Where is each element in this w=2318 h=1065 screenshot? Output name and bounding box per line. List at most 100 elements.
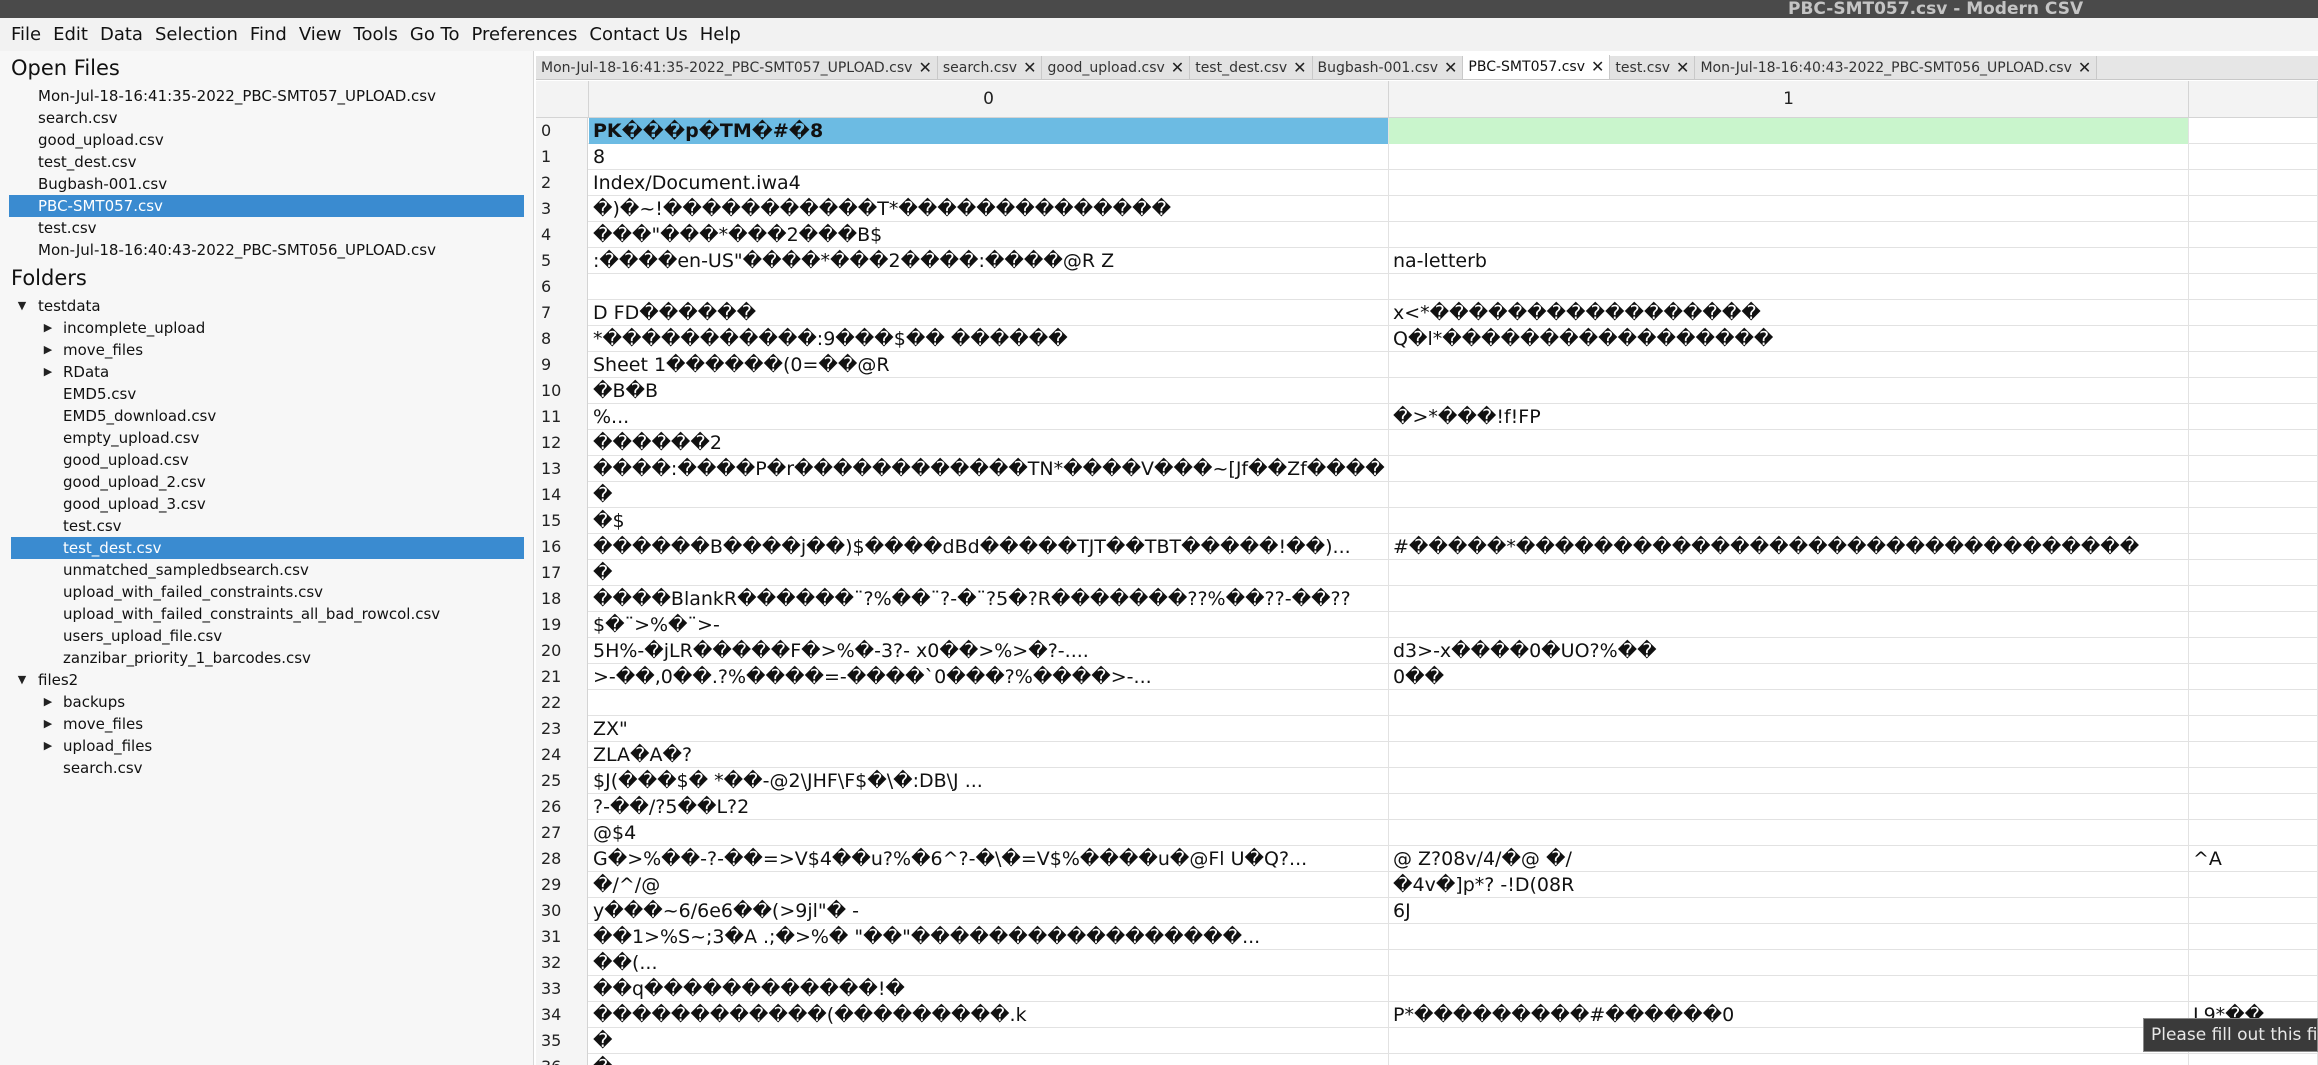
grid-cell[interactable]: $�¨>%�¨>-	[589, 612, 1389, 638]
menu-file[interactable]: File	[10, 24, 50, 45]
grid-cell[interactable]	[1389, 768, 2189, 794]
tree-item[interactable]: EMD5.csv	[0, 383, 533, 405]
column-header-0[interactable]: 0	[589, 81, 1389, 118]
grid-cell[interactable]	[2189, 196, 2318, 222]
grid-cell[interactable]	[2189, 950, 2318, 976]
grid-cell[interactable]: :����en-US"����*���2����:����@R Z	[589, 248, 1389, 274]
grid-cell[interactable]	[2189, 508, 2318, 534]
grid-cell[interactable]	[1389, 820, 2189, 846]
grid-cell[interactable]	[2189, 638, 2318, 664]
row-number[interactable]: 13	[536, 456, 588, 482]
grid-cell[interactable]: ���"���*���2���B$	[589, 222, 1389, 248]
grid-cell[interactable]	[2189, 118, 2318, 144]
grid-cell[interactable]: 8	[589, 144, 1389, 170]
grid-cell[interactable]	[1389, 352, 2189, 378]
row-number[interactable]: 34	[536, 1002, 588, 1028]
tree-item[interactable]: search.csv	[0, 757, 533, 779]
expand-right-icon[interactable]: ▶	[41, 713, 55, 735]
row-number[interactable]: 6	[536, 274, 588, 300]
row-number[interactable]: 15	[536, 508, 588, 534]
tree-item[interactable]: ▶ incomplete_upload	[0, 317, 533, 339]
expand-right-icon[interactable]: ▶	[41, 735, 55, 757]
grid-cell[interactable]	[2189, 664, 2318, 690]
grid-cell[interactable]	[2189, 482, 2318, 508]
grid-cell[interactable]: P*���������#������0	[1389, 1002, 2189, 1028]
grid-cell[interactable]: 0��	[1389, 664, 2189, 690]
grid-cell[interactable]: G�>%��-?-��=>V$4��u?%�6^?-�\�=V$%����u�@…	[589, 846, 1389, 872]
tree-item[interactable]: users_upload_file.csv	[0, 625, 533, 647]
grid-cell[interactable]: Q�l*�����������������	[1389, 326, 2189, 352]
grid-cell[interactable]: ^A	[2189, 846, 2318, 872]
row-number[interactable]: 9	[536, 352, 588, 378]
grid-cell[interactable]	[2189, 1054, 2318, 1065]
tab-mon-jul-18-16-41-35-2022-pbc-smt057-upload-csv[interactable]: Mon-Jul-18-16:41:35-2022_PBC-SMT057_UPLO…	[536, 56, 938, 79]
row-number[interactable]: 7	[536, 300, 588, 326]
grid-cell[interactable]	[1389, 170, 2189, 196]
grid-cell[interactable]: @ Z?08v/4/�@ �/	[1389, 846, 2189, 872]
tab-test-csv[interactable]: test.csv ✕	[1610, 56, 1696, 79]
expand-right-icon[interactable]: ▶	[41, 361, 55, 383]
grid-cell[interactable]	[1389, 378, 2189, 404]
tree-item[interactable]: ▶ backups	[0, 691, 533, 713]
grid-cell[interactable]	[1389, 742, 2189, 768]
grid-cell[interactable]	[2189, 924, 2318, 950]
grid-cell[interactable]: d3>-x����0�UO?%��	[1389, 638, 2189, 664]
grid-cell[interactable]: ������2	[589, 430, 1389, 456]
grid-cell[interactable]	[2189, 976, 2318, 1002]
grid-cell[interactable]	[2189, 300, 2318, 326]
grid-cell[interactable]	[2189, 326, 2318, 352]
grid-cell[interactable]: D FD������	[589, 300, 1389, 326]
tree-item[interactable]: ▶ upload_files	[0, 735, 533, 757]
close-icon[interactable]: ✕	[1023, 57, 1036, 79]
grid-cell[interactable]: ����:����P�r������������TN*����V���~[Jf�…	[589, 456, 1389, 482]
grid-cell[interactable]	[1389, 794, 2189, 820]
row-number[interactable]: 33	[536, 976, 588, 1002]
row-number[interactable]: 19	[536, 612, 588, 638]
grid-cell[interactable]: ��q������������!�	[589, 976, 1389, 1002]
open-file-item[interactable]: Mon-Jul-18-16:41:35-2022_PBC-SMT057_UPLO…	[0, 85, 533, 107]
grid-cell[interactable]: y���~6/6e6��(>9jl"� -	[589, 898, 1389, 924]
grid-cell[interactable]	[2189, 248, 2318, 274]
grid-cell[interactable]	[2189, 742, 2318, 768]
menu-contact-us[interactable]: Contact Us	[588, 24, 696, 45]
corner-header[interactable]	[536, 81, 589, 118]
grid-cell[interactable]	[2189, 586, 2318, 612]
close-icon[interactable]: ✕	[1444, 57, 1457, 79]
tree-item[interactable]: unmatched_sampledbsearch.csv	[0, 559, 533, 581]
grid-cell[interactable]	[2189, 768, 2318, 794]
grid-cell[interactable]: na-letterb	[1389, 248, 2189, 274]
open-file-item[interactable]: PBC-SMT057.csv	[9, 195, 524, 217]
close-icon[interactable]: ✕	[1293, 57, 1306, 79]
row-number[interactable]: 11	[536, 404, 588, 430]
grid-cell[interactable]	[1389, 274, 2189, 300]
tab-pbc-smt057-csv[interactable]: PBC-SMT057.csv ✕	[1463, 55, 1611, 79]
grid-cell[interactable]: ZX"	[589, 716, 1389, 742]
grid-cell[interactable]	[1389, 508, 2189, 534]
grid-cell[interactable]: 5H%-�jLR�����F�>%�-3?- x0��>%>�?-....	[589, 638, 1389, 664]
grid-cell[interactable]	[2189, 560, 2318, 586]
tab-test-dest-csv[interactable]: test_dest.csv ✕	[1190, 56, 1313, 79]
grid-cell[interactable]	[1389, 716, 2189, 742]
tree-item[interactable]: zanzibar_priority_1_barcodes.csv	[0, 647, 533, 669]
row-number[interactable]: 14	[536, 482, 588, 508]
grid-cell[interactable]	[1389, 560, 2189, 586]
tree-item[interactable]: good_upload_2.csv	[0, 471, 533, 493]
grid-cell[interactable]	[2189, 534, 2318, 560]
row-number[interactable]: 30	[536, 898, 588, 924]
grid-cell[interactable]	[2189, 430, 2318, 456]
grid-cell[interactable]	[589, 274, 1389, 300]
expand-down-icon[interactable]: ▼	[15, 295, 29, 317]
grid-cell[interactable]: *�����������:9���$�� ������	[589, 326, 1389, 352]
grid-cell[interactable]: >-��,0��.?%����=-����`0���?%����>-...	[589, 664, 1389, 690]
grid-cell[interactable]: ZLA�A�?	[589, 742, 1389, 768]
row-number[interactable]: 31	[536, 924, 588, 950]
grid-cell[interactable]	[1389, 976, 2189, 1002]
grid-cell[interactable]: ��1>%S~;3�A .;�>%� "��"�����������������…	[589, 924, 1389, 950]
grid-cell[interactable]: ������������(���������.k	[589, 1002, 1389, 1028]
grid-cell[interactable]: �$	[589, 508, 1389, 534]
close-icon[interactable]: ✕	[1676, 57, 1689, 79]
grid-cell[interactable]: �	[589, 1054, 1389, 1065]
grid-cell[interactable]	[1389, 1028, 2189, 1054]
grid-cell[interactable]	[1389, 118, 2189, 144]
grid-cell[interactable]: ����BlankR������¨?%��¨?-�¨?5�?R�������??…	[589, 586, 1389, 612]
